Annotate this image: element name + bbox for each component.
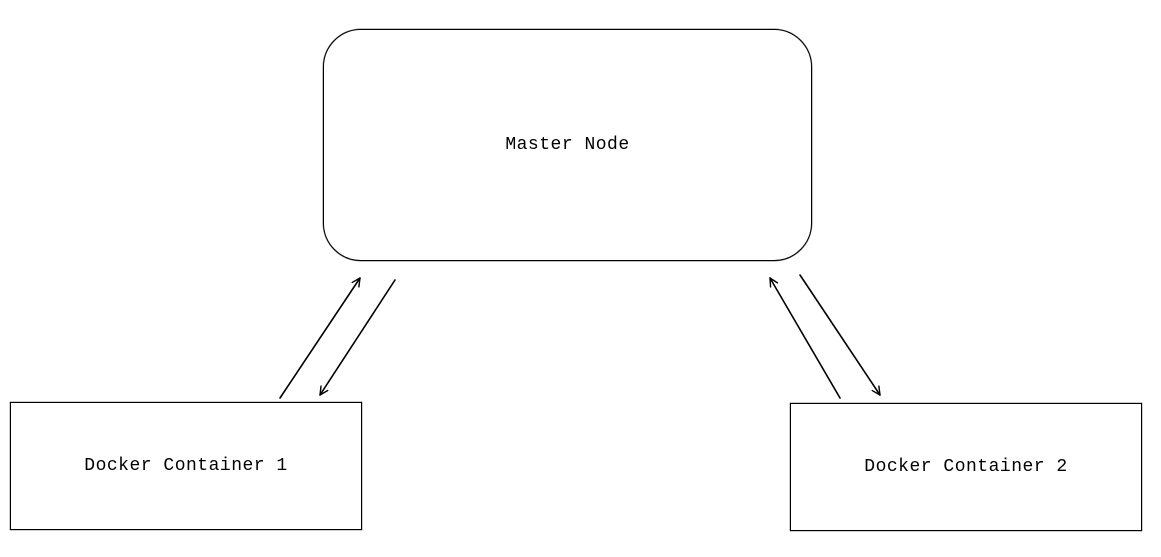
master-node: Master Node: [323, 29, 812, 261]
arrow-master-to-container2: [800, 275, 880, 395]
master-node-label: Master Node: [505, 135, 629, 155]
docker-container-2-label: Docker Container 2: [864, 457, 1067, 477]
docker-container-1: Docker Container 1: [10, 402, 362, 530]
arrow-container1-to-master: [280, 278, 360, 398]
docker-container-2: Docker Container 2: [790, 403, 1142, 531]
docker-container-1-label: Docker Container 1: [84, 456, 287, 476]
arrow-master-to-container1: [320, 280, 395, 395]
arrow-container2-to-master: [770, 278, 840, 398]
